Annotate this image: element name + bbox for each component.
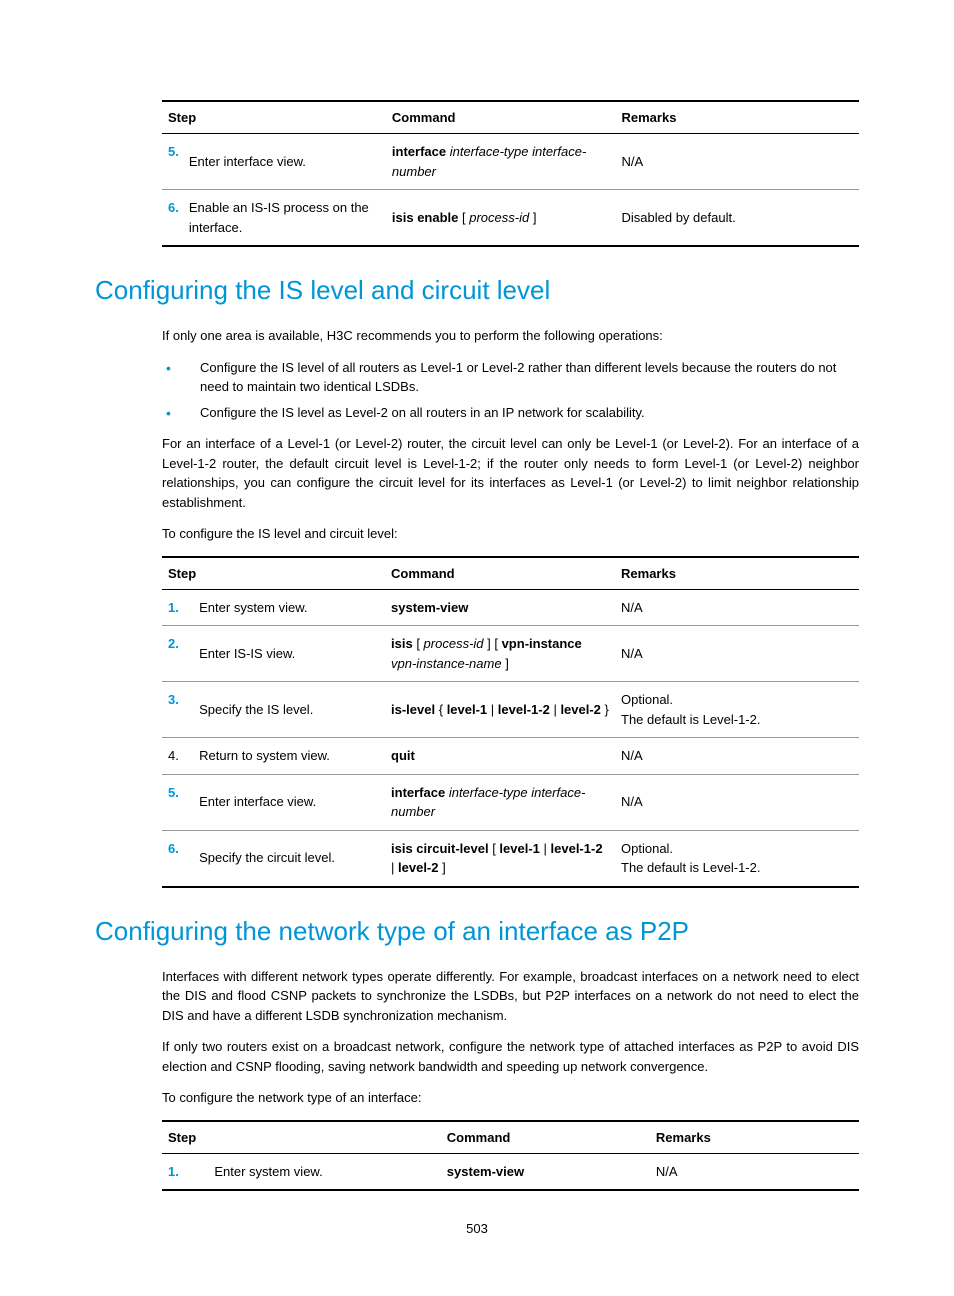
step-number: 3.: [162, 682, 193, 738]
command-cell: system-view: [441, 1153, 650, 1190]
step-description: Enter interface view.: [183, 134, 386, 190]
command-cell: is-level { level-1 | level-1-2 | level-2…: [385, 682, 615, 738]
table-row: 6.Specify the circuit level.isis circuit…: [162, 830, 859, 887]
step-number: 1.: [162, 589, 193, 626]
table-row: 4.Return to system view.quitN/A: [162, 738, 859, 775]
page-number: 503: [95, 1221, 859, 1236]
remarks-cell: Optional.The default is Level-1-2.: [615, 682, 859, 738]
command-cell: isis circuit-level [ level-1 | level-1-2…: [385, 830, 615, 887]
table-header-row: Step Command Remarks: [162, 101, 859, 134]
table-row: 5.Enter interface view.interface interfa…: [162, 774, 859, 830]
command-cell: isis enable [ process-id ]: [386, 190, 616, 247]
step-description: Enter IS-IS view.: [193, 626, 385, 682]
remarks-cell: Disabled by default.: [616, 190, 860, 247]
th-step: Step: [162, 101, 386, 134]
remarks-cell: Optional.The default is Level-1-2.: [615, 830, 859, 887]
th-remarks: Remarks: [615, 557, 859, 590]
th-remarks: Remarks: [616, 101, 860, 134]
th-command: Command: [386, 101, 616, 134]
command-cell: system-view: [385, 589, 615, 626]
paragraph: For an interface of a Level-1 (or Level-…: [162, 434, 859, 512]
step-number: 5.: [162, 774, 193, 830]
table-is-level: Step Command Remarks 1.Enter system view…: [162, 556, 859, 888]
step-number: 6.: [162, 190, 183, 247]
th-remarks: Remarks: [650, 1121, 859, 1154]
table-p2p: Step Command Remarks 1.Enter system view…: [162, 1120, 859, 1192]
table-body: 1.Enter system view.system-viewN/A: [162, 1153, 859, 1190]
command-cell: isis [ process-id ] [ vpn-instance vpn-i…: [385, 626, 615, 682]
table-header-row: Step Command Remarks: [162, 557, 859, 590]
step-description: Enter system view.: [208, 1153, 440, 1190]
table-row: 6.Enable an IS-IS process on the interfa…: [162, 190, 859, 247]
step-description: Enable an IS-IS process on the interface…: [183, 190, 386, 247]
table: Step Command Remarks 5.Enter interface v…: [162, 100, 859, 247]
table: Step Command Remarks 1.Enter system view…: [162, 1120, 859, 1192]
command-cell: interface interface-type interface-numbe…: [385, 774, 615, 830]
th-step: Step: [162, 557, 385, 590]
command-cell: interface interface-type interface-numbe…: [386, 134, 616, 190]
step-description: Return to system view.: [193, 738, 385, 775]
table-row: 3.Specify the IS level.is-level { level-…: [162, 682, 859, 738]
paragraph: If only one area is available, H3C recom…: [162, 326, 859, 346]
paragraph: Interfaces with different network types …: [162, 967, 859, 1026]
remarks-cell: N/A: [615, 589, 859, 626]
table-row: 5.Enter interface view.interface interfa…: [162, 134, 859, 190]
step-description: Enter interface view.: [193, 774, 385, 830]
step-number: 5.: [162, 134, 183, 190]
th-command: Command: [441, 1121, 650, 1154]
paragraph: If only two routers exist on a broadcast…: [162, 1037, 859, 1076]
table-row: 1.Enter system view.system-viewN/A: [162, 589, 859, 626]
step-description: Specify the circuit level.: [193, 830, 385, 887]
remarks-cell: N/A: [615, 626, 859, 682]
step-number: 1.: [162, 1153, 208, 1190]
command-cell: quit: [385, 738, 615, 775]
heading-p2p: Configuring the network type of an inter…: [95, 916, 859, 947]
table-row: 1.Enter system view.system-viewN/A: [162, 1153, 859, 1190]
table-enable-isis: Step Command Remarks 5.Enter interface v…: [162, 100, 859, 247]
list-item: Configure the IS level as Level-2 on all…: [162, 403, 859, 423]
remarks-cell: N/A: [616, 134, 860, 190]
table-body: 1.Enter system view.system-viewN/A2.Ente…: [162, 589, 859, 887]
bullet-list: Configure the IS level of all routers as…: [162, 358, 859, 423]
th-command: Command: [385, 557, 615, 590]
remarks-cell: N/A: [615, 738, 859, 775]
table: Step Command Remarks 1.Enter system view…: [162, 556, 859, 888]
table-row: 2.Enter IS-IS view.isis [ process-id ] […: [162, 626, 859, 682]
table-header-row: Step Command Remarks: [162, 1121, 859, 1154]
remarks-cell: N/A: [650, 1153, 859, 1190]
paragraph: To configure the network type of an inte…: [162, 1088, 859, 1108]
remarks-cell: N/A: [615, 774, 859, 830]
step-description: Specify the IS level.: [193, 682, 385, 738]
step-number: 6.: [162, 830, 193, 887]
heading-is-level: Configuring the IS level and circuit lev…: [95, 275, 859, 306]
step-number: 2.: [162, 626, 193, 682]
th-step: Step: [162, 1121, 441, 1154]
step-number: 4.: [162, 738, 193, 775]
list-item: Configure the IS level of all routers as…: [162, 358, 859, 397]
step-description: Enter system view.: [193, 589, 385, 626]
paragraph: To configure the IS level and circuit le…: [162, 524, 859, 544]
table-body: 5.Enter interface view.interface interfa…: [162, 134, 859, 247]
